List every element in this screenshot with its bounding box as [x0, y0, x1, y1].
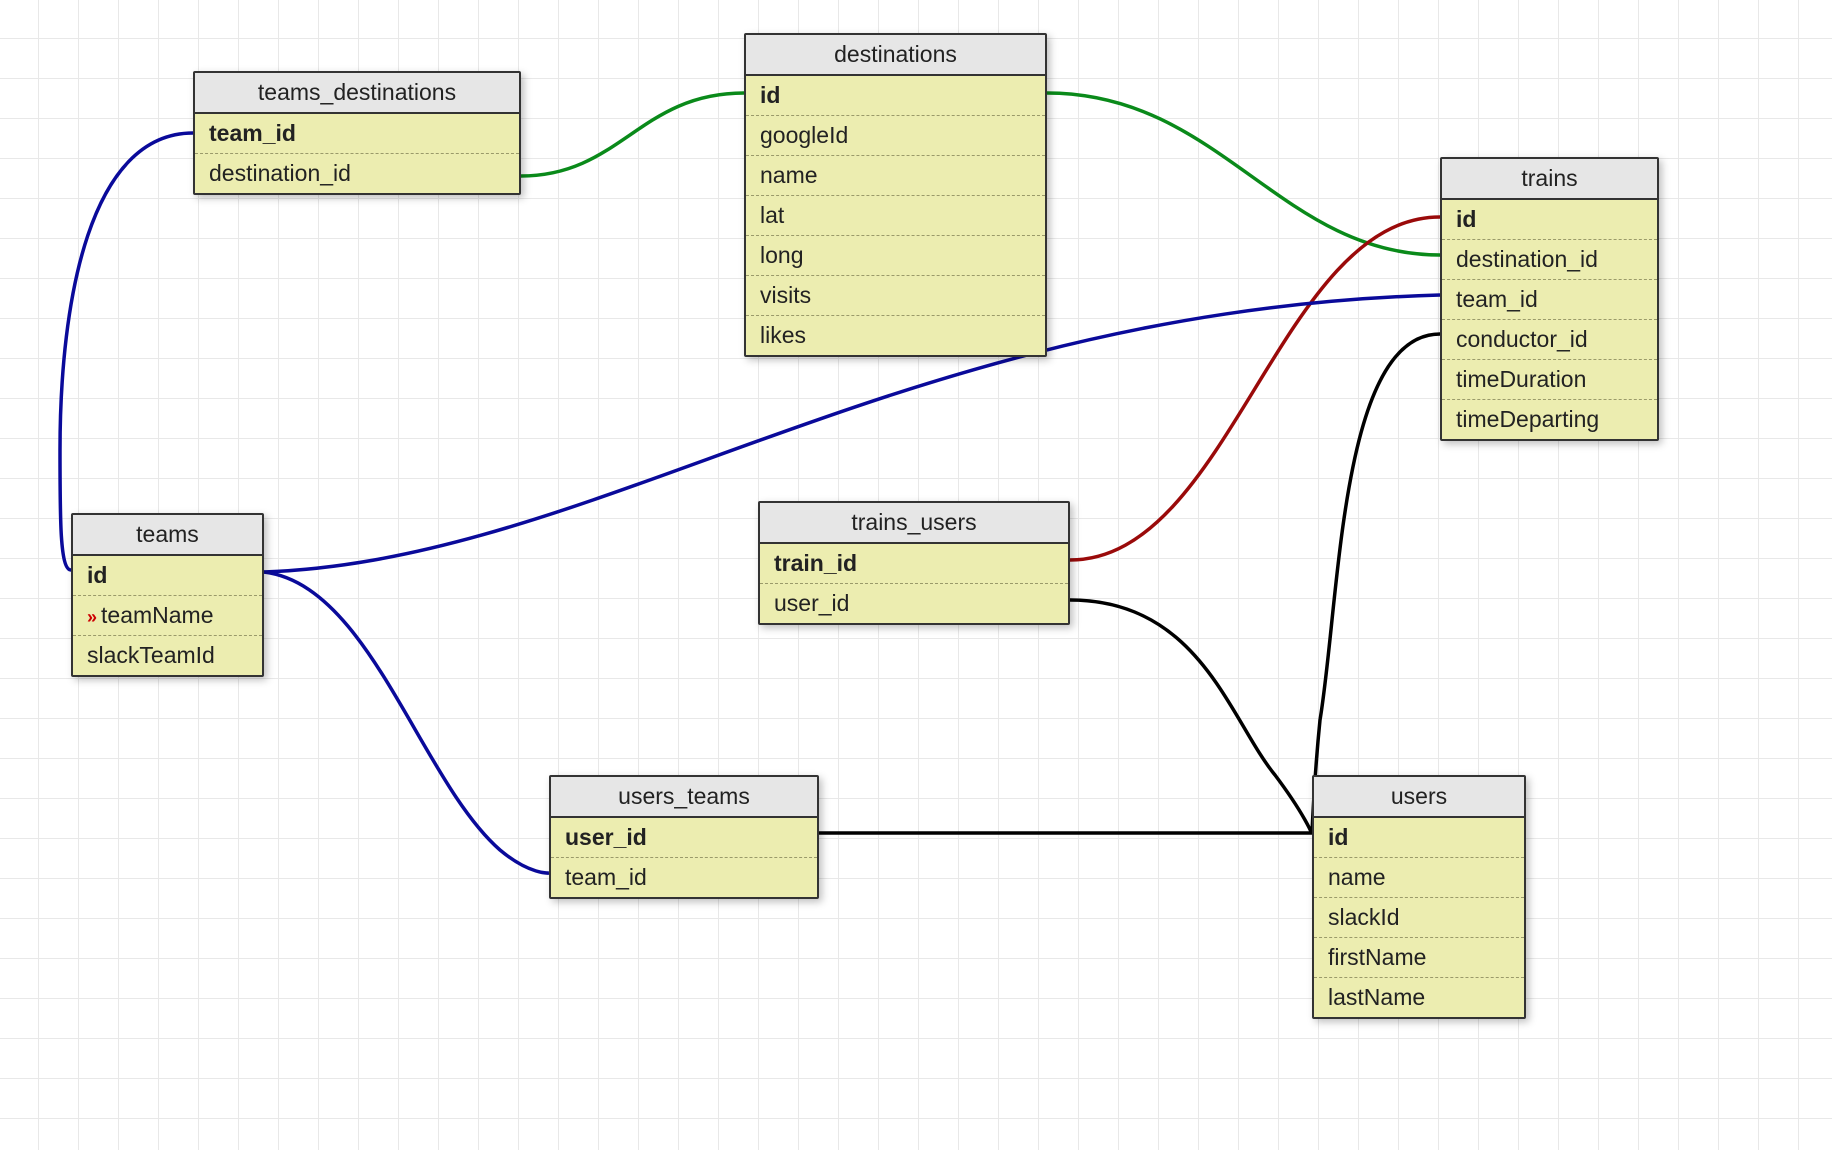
- column-likes[interactable]: likes: [746, 316, 1045, 355]
- column-label: visits: [760, 282, 811, 308]
- column-label: slackTeamId: [87, 642, 215, 668]
- column-firstName[interactable]: firstName: [1314, 938, 1524, 978]
- column-label: destination_id: [1456, 246, 1598, 272]
- column-user_id[interactable]: user_id: [551, 818, 817, 858]
- column-timeDuration[interactable]: timeDuration: [1442, 360, 1657, 400]
- column-teamName[interactable]: »teamName: [73, 596, 262, 636]
- table-title: trains: [1442, 159, 1657, 200]
- column-team_id[interactable]: team_id: [1442, 280, 1657, 320]
- table-users[interactable]: users id name slackId firstName lastName: [1312, 775, 1526, 1019]
- table-title: destinations: [746, 35, 1045, 76]
- column-visits[interactable]: visits: [746, 276, 1045, 316]
- column-id[interactable]: id: [1314, 818, 1524, 858]
- table-title: users: [1314, 777, 1524, 818]
- column-id[interactable]: id: [1442, 200, 1657, 240]
- column-team_id[interactable]: team_id: [195, 114, 519, 154]
- table-teams[interactable]: teams id »teamName slackTeamId: [71, 513, 264, 677]
- column-timeDeparting[interactable]: timeDeparting: [1442, 400, 1657, 439]
- column-name[interactable]: name: [1314, 858, 1524, 898]
- column-id[interactable]: id: [73, 556, 262, 596]
- column-label: team_id: [565, 864, 647, 890]
- table-title: trains_users: [760, 503, 1068, 544]
- table-title: users_teams: [551, 777, 817, 818]
- column-label: train_id: [774, 550, 857, 576]
- column-label: id: [1456, 206, 1476, 232]
- column-conductor_id[interactable]: conductor_id: [1442, 320, 1657, 360]
- table-title: teams: [73, 515, 262, 556]
- column-googleId[interactable]: googleId: [746, 116, 1045, 156]
- column-label: user_id: [774, 590, 849, 616]
- column-team_id[interactable]: team_id: [551, 858, 817, 897]
- column-destination_id[interactable]: destination_id: [195, 154, 519, 193]
- column-user_id[interactable]: user_id: [760, 584, 1068, 623]
- column-train_id[interactable]: train_id: [760, 544, 1068, 584]
- column-lastName[interactable]: lastName: [1314, 978, 1524, 1017]
- column-label: name: [1328, 864, 1386, 890]
- column-label: firstName: [1328, 944, 1426, 970]
- table-destinations[interactable]: destinations id googleId name lat long visits l…: [744, 33, 1047, 357]
- column-slackTeamId[interactable]: slackTeamId: [73, 636, 262, 675]
- column-label: id: [760, 82, 780, 108]
- column-label: name: [760, 162, 818, 188]
- column-destination_id[interactable]: destination_id: [1442, 240, 1657, 280]
- column-lat[interactable]: lat: [746, 196, 1045, 236]
- column-label: likes: [760, 322, 806, 348]
- column-long[interactable]: long: [746, 236, 1045, 276]
- column-label: team_id: [209, 120, 296, 146]
- column-label: team_id: [1456, 286, 1538, 312]
- column-label: user_id: [565, 824, 647, 850]
- column-label: timeDuration: [1456, 366, 1586, 392]
- column-label: conductor_id: [1456, 326, 1588, 352]
- table-trains[interactable]: trains id destination_id team_id conductor_i…: [1440, 157, 1659, 441]
- table-trains_users[interactable]: trains_users train_id user_id: [758, 501, 1070, 625]
- column-slackId[interactable]: slackId: [1314, 898, 1524, 938]
- table-users_teams[interactable]: users_teams user_id team_id: [549, 775, 819, 899]
- column-name[interactable]: name: [746, 156, 1045, 196]
- table-teams_destinations[interactable]: teams_destinations team_id destination_id: [193, 71, 521, 195]
- column-label: slackId: [1328, 904, 1400, 930]
- table-title: teams_destinations: [195, 73, 519, 114]
- column-label: lastName: [1328, 984, 1425, 1010]
- column-label: googleId: [760, 122, 848, 148]
- column-id[interactable]: id: [746, 76, 1045, 116]
- column-label: destination_id: [209, 160, 351, 186]
- column-label: teamName: [101, 602, 213, 628]
- column-label: id: [1328, 824, 1348, 850]
- index-icon: »: [87, 607, 97, 627]
- column-label: long: [760, 242, 803, 268]
- column-label: id: [87, 562, 107, 588]
- column-label: timeDeparting: [1456, 406, 1599, 432]
- column-label: lat: [760, 202, 784, 228]
